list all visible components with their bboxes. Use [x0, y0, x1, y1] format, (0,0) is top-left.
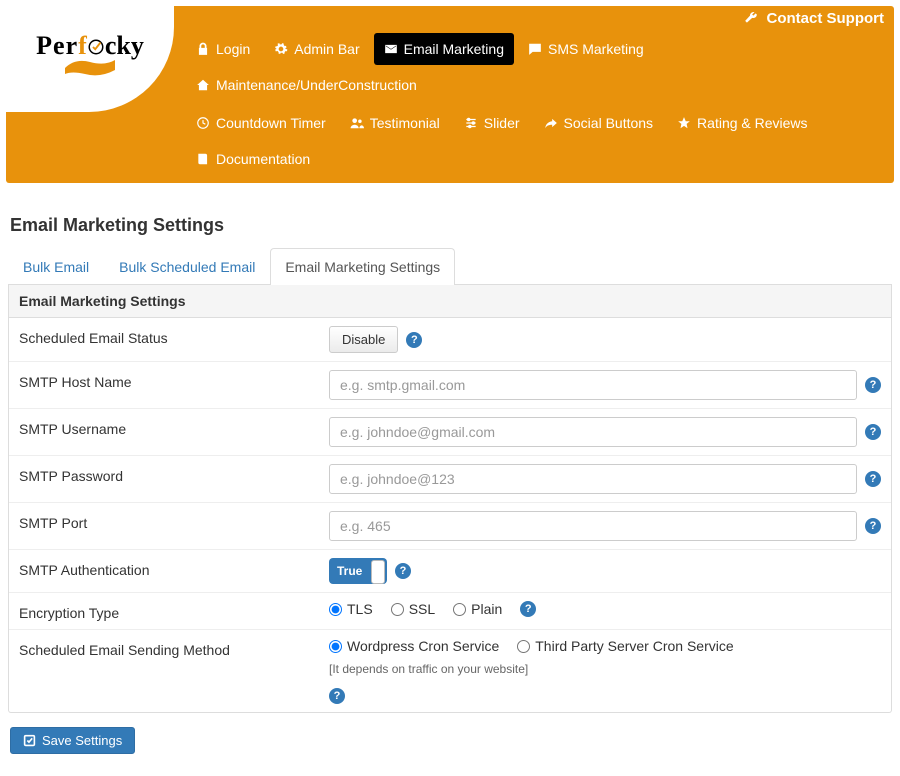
- row-smtp-port: SMTP Port ?: [9, 503, 891, 550]
- save-settings-button[interactable]: Save Settings: [10, 727, 135, 754]
- radio-tls[interactable]: TLS: [329, 601, 373, 617]
- settings-tabs: Bulk Email Bulk Scheduled Email Email Ma…: [8, 248, 892, 285]
- radio-plain[interactable]: Plain: [453, 601, 502, 617]
- gear-icon: [274, 42, 288, 56]
- envelope-icon: [384, 42, 398, 56]
- radio-label: SSL: [409, 601, 435, 617]
- nav-item-label: Social Buttons: [564, 115, 654, 131]
- radio-label: TLS: [347, 601, 373, 617]
- send-method-hint: [It depends on traffic on your website]: [329, 662, 881, 676]
- nav-documentation[interactable]: Documentation: [186, 143, 320, 175]
- nav-sms-marketing[interactable]: SMS Marketing: [518, 33, 654, 65]
- smtp-port-input[interactable]: [329, 511, 857, 541]
- top-navbar: Perfcky Contact Support Login Admin Bar …: [6, 6, 894, 183]
- row-encryption: Encryption Type TLS SSL Plain ?: [9, 593, 891, 630]
- comment-icon: [528, 42, 542, 56]
- nav-item-label: Maintenance/UnderConstruction: [216, 77, 417, 93]
- lock-icon: [196, 42, 210, 56]
- book-icon: [196, 152, 210, 166]
- tab-bulk-email[interactable]: Bulk Email: [8, 248, 104, 285]
- radio-ssl-input[interactable]: [391, 603, 404, 616]
- radio-label: Wordpress Cron Service: [347, 638, 499, 654]
- nav-admin-bar[interactable]: Admin Bar: [264, 33, 369, 65]
- nav-rating-reviews[interactable]: Rating & Reviews: [667, 107, 818, 139]
- row-smtp-host: SMTP Host Name ?: [9, 362, 891, 409]
- radio-wp-cron-input[interactable]: [329, 640, 342, 653]
- row-send-method: Scheduled Email Sending Method Wordpress…: [9, 630, 891, 712]
- label-send-method: Scheduled Email Sending Method: [19, 638, 329, 658]
- star-icon: [677, 116, 691, 130]
- contact-support-link[interactable]: Contact Support: [744, 10, 884, 27]
- help-icon[interactable]: ?: [865, 471, 881, 487]
- users-icon: [350, 116, 364, 130]
- help-icon[interactable]: ?: [865, 518, 881, 534]
- radio-tls-input[interactable]: [329, 603, 342, 616]
- label-scheduled-status: Scheduled Email Status: [19, 326, 329, 346]
- label-smtp-username: SMTP Username: [19, 417, 329, 437]
- help-icon[interactable]: ?: [520, 601, 536, 617]
- home-icon: [196, 78, 210, 92]
- smtp-username-input[interactable]: [329, 417, 857, 447]
- label-smtp-host: SMTP Host Name: [19, 370, 329, 390]
- save-button-label: Save Settings: [42, 733, 122, 748]
- disable-button[interactable]: Disable: [329, 326, 398, 353]
- sliders-icon: [464, 116, 478, 130]
- nav-item-label: Rating & Reviews: [697, 115, 808, 131]
- help-icon[interactable]: ?: [406, 332, 422, 348]
- smtp-auth-toggle[interactable]: True: [329, 558, 387, 584]
- label-smtp-port: SMTP Port: [19, 511, 329, 531]
- nav-maintenance[interactable]: Maintenance/UnderConstruction: [186, 69, 427, 101]
- panel-title: Email Marketing Settings: [9, 285, 891, 318]
- nav-login[interactable]: Login: [186, 33, 260, 65]
- nav-item-label: Slider: [484, 115, 520, 131]
- clock-icon: [196, 116, 210, 130]
- settings-panel: Email Marketing Settings Scheduled Email…: [8, 285, 892, 713]
- nav-email-marketing[interactable]: Email Marketing: [374, 33, 514, 65]
- tab-email-marketing-settings[interactable]: Email Marketing Settings: [270, 248, 455, 285]
- page-title: Email Marketing Settings: [10, 215, 892, 236]
- tab-bulk-scheduled-email[interactable]: Bulk Scheduled Email: [104, 248, 270, 285]
- radio-thirdparty-cron[interactable]: Third Party Server Cron Service: [517, 638, 733, 654]
- nav-testimonial[interactable]: Testimonial: [340, 107, 450, 139]
- label-encryption: Encryption Type: [19, 601, 329, 621]
- nav-countdown[interactable]: Countdown Timer: [186, 107, 336, 139]
- smtp-password-input[interactable]: [329, 464, 857, 494]
- nav-row-1: Login Admin Bar Email Marketing SMS Mark…: [186, 33, 884, 101]
- nav-item-label: Admin Bar: [294, 41, 359, 57]
- radio-plain-input[interactable]: [453, 603, 466, 616]
- nav-item-label: SMS Marketing: [548, 41, 644, 57]
- radio-label: Plain: [471, 601, 502, 617]
- label-smtp-auth: SMTP Authentication: [19, 558, 329, 578]
- help-icon[interactable]: ?: [865, 377, 881, 393]
- radio-label: Third Party Server Cron Service: [535, 638, 733, 654]
- nav-slider[interactable]: Slider: [454, 107, 530, 139]
- nav-item-label: Login: [216, 41, 250, 57]
- nav-item-label: Countdown Timer: [216, 115, 326, 131]
- check-square-icon: [23, 734, 36, 747]
- nav-social-buttons[interactable]: Social Buttons: [534, 107, 664, 139]
- nav-row-2: Countdown Timer Testimonial Slider Socia…: [186, 107, 884, 175]
- share-icon: [544, 116, 558, 130]
- radio-wp-cron[interactable]: Wordpress Cron Service: [329, 638, 499, 654]
- help-icon[interactable]: ?: [395, 563, 411, 579]
- help-icon[interactable]: ?: [865, 424, 881, 440]
- nav-item-label: Email Marketing: [404, 41, 504, 57]
- label-smtp-password: SMTP Password: [19, 464, 329, 484]
- radio-thirdparty-cron-input[interactable]: [517, 640, 530, 653]
- row-scheduled-status: Scheduled Email Status Disable ?: [9, 318, 891, 362]
- help-icon[interactable]: ?: [329, 688, 345, 704]
- smtp-host-input[interactable]: [329, 370, 857, 400]
- brand-logo: Perfcky: [36, 31, 144, 85]
- row-smtp-username: SMTP Username ?: [9, 409, 891, 456]
- logo-container: Perfcky: [6, 4, 174, 112]
- nav-item-label: Documentation: [216, 151, 310, 167]
- row-smtp-password: SMTP Password ?: [9, 456, 891, 503]
- contact-support-label: Contact Support: [767, 10, 885, 27]
- wrench-icon: [744, 11, 758, 25]
- nav-item-label: Testimonial: [370, 115, 440, 131]
- row-smtp-auth: SMTP Authentication True ?: [9, 550, 891, 593]
- radio-ssl[interactable]: SSL: [391, 601, 435, 617]
